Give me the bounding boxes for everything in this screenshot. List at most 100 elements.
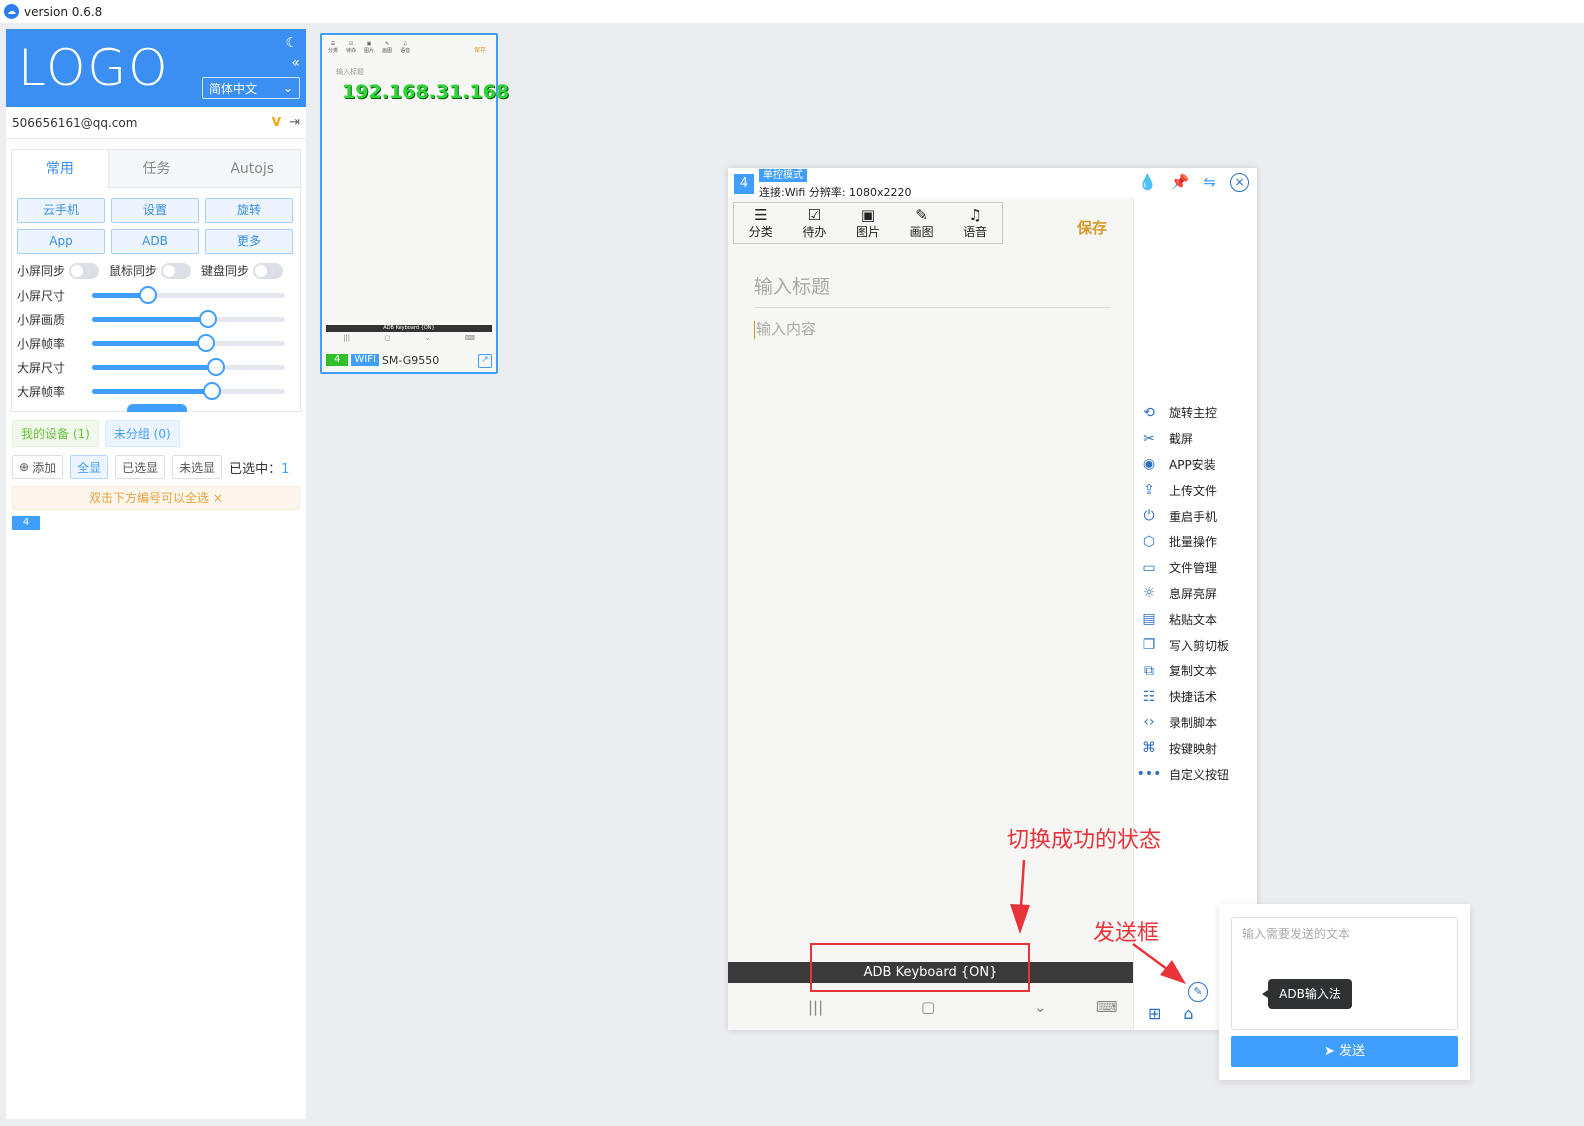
code-icon: ‹› <box>1143 714 1155 731</box>
thumb-keyboard-bar: ADB Keyboard {ON} <box>326 325 492 332</box>
send-button[interactable]: ➤ 发送 <box>1231 1036 1458 1067</box>
mic-icon: ♫ <box>968 205 982 224</box>
back-chevron-icon[interactable]: ⌄ <box>1034 998 1047 1016</box>
menu-record-script[interactable]: ‹› 录制脚本 <box>1139 710 1229 736</box>
slider-thumb[interactable] <box>202 381 221 400</box>
version-label: version 0.6.8 <box>24 4 103 19</box>
adb-button[interactable]: ADB <box>111 229 199 254</box>
slider-thumb[interactable] <box>198 309 217 328</box>
todo-tool[interactable]: ☑ 待办 <box>788 203 842 243</box>
menu-screenshot[interactable]: ✂ 截屏 <box>1139 426 1229 452</box>
control-window: 4 单控模式 连接:Wifi 分辨率: 1080x2220 💧 📌 ⇋ × ☰ 分… <box>728 168 1257 1030</box>
ungrouped-tab[interactable]: 未分组 (0) <box>104 420 180 447</box>
app-button[interactable]: App <box>17 229 105 254</box>
send-textarea[interactable]: 输入需要发送的文本 <box>1231 917 1458 1030</box>
phone-toolbar: ☰ 分类 ☑ 待办 ▣ 图片 ✎ 画图 ♫ 语音 <box>733 202 1003 244</box>
edit-icon[interactable]: ✎ <box>1188 982 1208 1002</box>
menu-app-install[interactable]: ◉ APP安装 <box>1139 452 1229 478</box>
apps-grid-icon[interactable]: ⊞ <box>1148 1004 1161 1023</box>
thumb-title-placeholder: 输入标题 <box>336 68 364 76</box>
logout-icon[interactable]: ⇥ <box>289 115 300 130</box>
slider-label: 小屏帧率 <box>17 336 66 351</box>
image-tool[interactable]: ▣ 图片 <box>841 203 895 243</box>
menu-copy-text[interactable]: ⧉ 复制文本 <box>1139 658 1229 684</box>
text-caret <box>754 320 755 339</box>
phone-save-button[interactable]: 保存 <box>1077 217 1107 238</box>
logo-header: LOGO ☾ « 简体中文 ⌄ <box>6 29 306 107</box>
slider-fill <box>92 388 212 394</box>
slider-track[interactable] <box>92 285 285 304</box>
collapse-icon[interactable]: « <box>291 55 300 71</box>
tab-tasks[interactable]: 任务 <box>109 150 205 187</box>
add-button[interactable]: ⊕ 添加 <box>12 455 64 479</box>
settings-button[interactable]: 设置 <box>111 198 199 223</box>
show-all-button[interactable]: 全显 <box>70 455 109 479</box>
content-placeholder: 输入内容 <box>756 320 817 338</box>
phone-screen[interactable]: ☰ 分类 ☑ 待办 ▣ 图片 ✎ 画图 ♫ 语音 保存 输入标题 输入内容 ADB Key… <box>728 198 1133 1030</box>
menu-screen-toggle[interactable]: ☼ 息屏亮屏 <box>1139 581 1229 607</box>
voice-tool[interactable]: ♫ 语音 <box>948 203 1002 243</box>
home-circle-icon[interactable]: ▢ <box>921 998 935 1016</box>
chevron-down-icon: ⌄ <box>282 81 293 95</box>
menu-reboot[interactable]: ⏻ 重启手机 <box>1139 503 1229 529</box>
tool-label: 分类 <box>748 224 773 239</box>
bottom-icons: ⊞ ⌂ <box>1148 974 1194 1023</box>
folder-icon: ▭ <box>1142 559 1156 576</box>
show-selected-button[interactable]: 已选显 <box>115 455 166 479</box>
rotate-button[interactable]: 旋转 <box>205 198 293 223</box>
gamepad-icon: ⌘ <box>1142 740 1156 757</box>
more-button[interactable]: 更多 <box>205 229 293 254</box>
send-label: 发送 <box>1339 1044 1366 1059</box>
recents-icon[interactable]: ||| <box>808 998 823 1016</box>
slider-track[interactable] <box>92 333 285 352</box>
menu-rotate-master[interactable]: ⟲ 旋转主控 <box>1139 400 1229 426</box>
wifi-tag: WIFI <box>351 354 379 366</box>
close-icon[interactable]: × <box>213 491 223 505</box>
draw-tool[interactable]: ✎ 画图 <box>895 203 949 243</box>
language-select[interactable]: 简体中文 ⌄ <box>202 77 300 99</box>
vip-icon[interactable]: V <box>272 115 281 130</box>
slider-thumb[interactable] <box>138 285 157 304</box>
my-devices-tab[interactable]: 我的设备 (1) <box>12 420 99 447</box>
slider-thumb[interactable] <box>196 333 215 352</box>
close-icon[interactable]: × <box>1230 173 1249 192</box>
slider-track[interactable] <box>92 357 285 376</box>
menu-paste-text[interactable]: ▤ 粘贴文本 <box>1139 606 1229 632</box>
phone-title-field[interactable]: 输入标题 <box>754 272 1111 308</box>
fullscreen-icon[interactable]: ↗ <box>478 354 492 368</box>
cloud-phone-button[interactable]: 云手机 <box>17 198 105 223</box>
menu-custom-buttons[interactable]: ••• 自定义按钮 <box>1137 761 1229 787</box>
menu-quick-phrases[interactable]: ☷ 快捷话术 <box>1139 684 1229 710</box>
tool-label: 待办 <box>802 224 827 239</box>
tab-common[interactable]: 常用 <box>12 150 109 188</box>
device-number-chip[interactable]: 4 <box>12 516 40 530</box>
mouse-sync-toggle[interactable] <box>161 262 192 279</box>
device-number-tag: 4 <box>326 354 349 366</box>
category-tool[interactable]: ☰ 分类 <box>734 203 788 243</box>
show-unselected-button[interactable]: 未选显 <box>172 455 223 479</box>
device-thumbnail[interactable]: ☰ 分类 ☑ 待办 ▣ 图片 ✎ 画图 ♫ 语音 保存 输入标题 192.168.31.1… <box>320 33 509 374</box>
keyboard-icon[interactable]: ⌨ <box>1096 998 1118 1016</box>
swap-icon[interactable]: ⇋ <box>1203 173 1216 192</box>
checkbox-icon: ☑ <box>807 205 822 224</box>
slider-track[interactable] <box>92 309 285 328</box>
menu-file-manager[interactable]: ▭ 文件管理 <box>1139 555 1229 581</box>
slider-thumb[interactable] <box>206 357 225 376</box>
moon-icon[interactable]: ☾ <box>285 35 298 51</box>
menu-batch[interactable]: ⬡ 批量操作 <box>1139 529 1229 555</box>
home-icon[interactable]: ⌂ <box>1183 1004 1193 1023</box>
slider-track[interactable] <box>92 381 285 400</box>
tab-autojs[interactable]: Autojs <box>204 150 300 187</box>
keyboard-sync-toggle[interactable] <box>253 262 284 279</box>
phone-content-field[interactable]: 输入内容 <box>754 318 816 339</box>
thumb-tool-label: 语音 <box>400 48 411 54</box>
pin-icon[interactable]: 📌 <box>1171 173 1190 192</box>
menu-write-clipboard[interactable]: ❐ 写入剪切板 <box>1139 632 1229 658</box>
thumb-tool-label: 待办 <box>346 48 357 54</box>
small-screen-sync-toggle[interactable] <box>69 262 100 279</box>
menu-upload-file[interactable]: ⇪ 上传文件 <box>1139 477 1229 503</box>
drop-icon[interactable]: 💧 <box>1138 173 1157 192</box>
expand-handle[interactable] <box>127 404 187 412</box>
clipboard-icon: ❐ <box>1142 637 1156 654</box>
menu-key-mapping[interactable]: ⌘ 按键映射 <box>1139 735 1229 761</box>
